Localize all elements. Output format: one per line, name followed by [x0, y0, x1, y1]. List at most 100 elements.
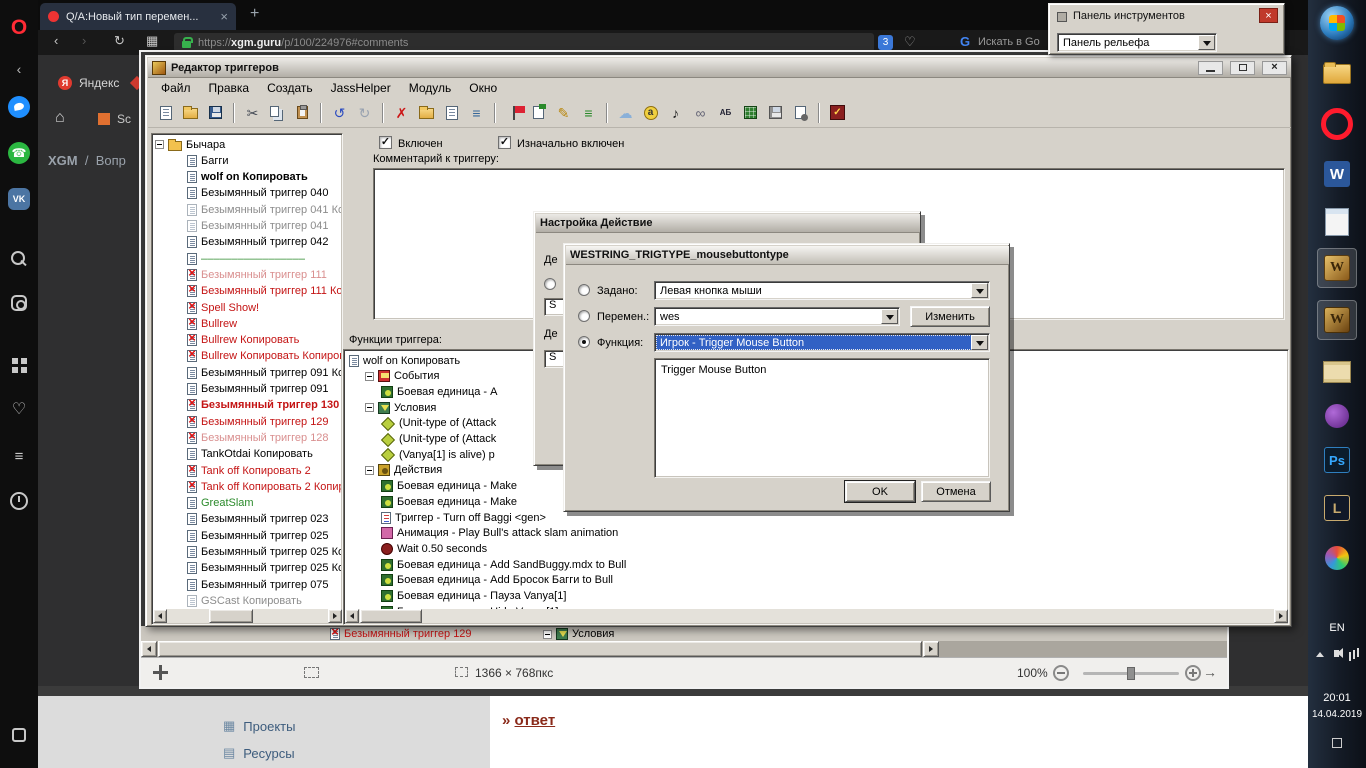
pan-tool-icon[interactable] [153, 665, 168, 680]
chains-button[interactable]: ∞ [689, 101, 712, 124]
delete-button[interactable]: ✗ [390, 101, 413, 124]
tree-item[interactable]: Tank off Копировать 2 [187, 463, 311, 478]
scrollbar-thumb[interactable] [209, 609, 253, 623]
function-combo[interactable]: Игрок - Trigger Mouse Button [654, 333, 990, 352]
natives-button[interactable]: АБ [714, 101, 737, 124]
workspaces-icon[interactable] [8, 724, 30, 746]
history-icon[interactable] [8, 490, 30, 512]
sound-button[interactable]: ♪ [664, 101, 687, 124]
select-tool-icon[interactable] [304, 667, 319, 678]
tree-item[interactable]: wolf on Копировать [349, 353, 460, 368]
save-map-button[interactable] [764, 101, 787, 124]
tree-item[interactable]: Условия [365, 400, 436, 415]
tree-item[interactable]: Боевая единица - Make [381, 494, 517, 509]
viewer-horizontal-scrollbar[interactable] [141, 641, 1227, 657]
scroll-left-button[interactable] [153, 609, 167, 623]
close-button[interactable]: × [1262, 61, 1287, 75]
tree-item[interactable]: Spell Show! [187, 300, 259, 315]
new-action-button[interactable]: ✎ [552, 101, 575, 124]
redo-button[interactable]: ↻ [353, 101, 376, 124]
grid-button[interactable] [739, 101, 762, 124]
bookmark-yandex[interactable]: Яндекс [79, 76, 119, 90]
palette-dropdown[interactable]: Панель рельефа [1057, 33, 1217, 52]
tree-item[interactable]: (Vanya[1] is alive) р [381, 447, 495, 462]
search-in-google[interactable]: Искать в Go [978, 36, 1040, 48]
volume-icon[interactable] [1334, 650, 1339, 657]
open-button[interactable] [179, 101, 202, 124]
variable-radio[interactable] [578, 310, 590, 322]
answer-link[interactable]: ответ [515, 712, 556, 729]
tree-item[interactable]: Безымянный триггер 091 [187, 382, 329, 397]
menu-resources[interactable]: ▤Ресурсы [223, 745, 295, 761]
expander-icon[interactable] [155, 140, 164, 149]
dialog-title-bar[interactable]: WESTRING_TRIGTYPE_mousebuttontype [566, 246, 1009, 265]
scrollbar-thumb[interactable] [158, 641, 922, 657]
tree-item[interactable]: Безымянный триггер 111 Ко [187, 284, 341, 299]
expander-icon[interactable] [365, 466, 374, 475]
tree-item[interactable]: Безымянный триггер 023 [187, 512, 329, 527]
menu-item-5[interactable]: Окно [460, 81, 506, 95]
enabled-checkbox[interactable]: ✓ [379, 136, 392, 149]
palette-close-button[interactable]: × [1259, 8, 1278, 23]
tree-item[interactable]: Бычара [155, 137, 225, 152]
radio-fragment[interactable] [544, 278, 556, 290]
extension-badge[interactable]: 3 [878, 35, 893, 50]
tree-item[interactable]: Боевая единица - Пауза Vanya[1] [381, 589, 566, 604]
tree-item[interactable]: Безымянный триггер 091 Ко [187, 365, 341, 380]
change-variable-button[interactable]: Изменить [910, 306, 990, 327]
tree-item[interactable]: Безымянный триггер 128 [187, 430, 329, 445]
copy-button[interactable] [266, 101, 289, 124]
tree-item[interactable]: GSCast Копировать [187, 593, 302, 608]
tree-item[interactable]: Безымянный триггер 111 [187, 267, 327, 282]
preset-combo[interactable]: Левая кнопка мыши [654, 281, 990, 300]
new-condition-button[interactable] [527, 101, 550, 124]
scroll-left-button[interactable] [345, 609, 359, 623]
new-trigger-button[interactable] [154, 101, 177, 124]
vk-icon[interactable]: VK [8, 188, 30, 210]
bookmarks-icon[interactable]: ♡ [8, 399, 30, 421]
messenger-icon[interactable] [8, 96, 30, 118]
taskbar-opera[interactable] [1317, 104, 1357, 144]
comment-button[interactable]: ☁ [614, 101, 637, 124]
tree-item[interactable]: Боевая единица - Add Бросок Багги to Bul… [381, 573, 613, 588]
dropdown-arrow-icon[interactable] [881, 309, 898, 324]
minimize-button[interactable] [1198, 61, 1223, 75]
save-button[interactable] [204, 101, 227, 124]
tree-item[interactable]: Безымянный триггер 075 [187, 577, 329, 592]
tree-item[interactable]: Tank off Копировать 2 Копир [187, 479, 341, 494]
tree-item[interactable]: Безымянный триггер 025 Ко [187, 561, 341, 576]
undo-button[interactable]: ↺ [328, 101, 351, 124]
menu-item-3[interactable]: JassHelper [322, 81, 400, 95]
new-comment-button[interactable]: ≡ [465, 101, 488, 124]
search-icon[interactable] [8, 249, 30, 271]
taskbar-paint[interactable] [1317, 538, 1357, 578]
taskbar-word[interactable]: W [1317, 154, 1357, 194]
functions-horizontal-scrollbar[interactable] [345, 609, 1288, 623]
speed-dial-button[interactable]: ▦ [146, 33, 158, 49]
tree-item[interactable]: Bullrew Копировать Копирова [187, 349, 341, 364]
instagram-icon[interactable] [8, 292, 30, 314]
tree-item[interactable]: Безымянный триггер 041 Ко [187, 202, 341, 217]
expander-icon[interactable] [365, 372, 374, 381]
fullsize-arrow-icon[interactable]: → [1203, 664, 1217, 680]
scroll-left-button[interactable] [141, 641, 157, 657]
scroll-right-button[interactable] [923, 641, 939, 657]
tree-item[interactable]: Безымянный триггер 025 Ко [187, 545, 341, 560]
taskbar-explorer[interactable] [1317, 54, 1357, 94]
dropdown-arrow-icon[interactable] [1198, 35, 1215, 50]
ok-button[interactable]: OK [845, 481, 915, 502]
clock-time[interactable]: 20:01 [1308, 692, 1366, 704]
function-radio[interactable] [578, 336, 590, 348]
menu-item-2[interactable]: Создать [258, 81, 322, 95]
zoom-in-button[interactable] [1185, 665, 1201, 681]
tree-horizontal-scrollbar[interactable] [153, 609, 342, 623]
tree-item[interactable]: GreatSlam [187, 496, 254, 511]
start-button[interactable] [1320, 6, 1354, 40]
taskbar-lol[interactable]: L [1317, 488, 1357, 528]
tray-expand-icon[interactable] [1316, 652, 1324, 657]
bookmark-heart-icon[interactable]: ♡ [904, 34, 916, 50]
new-event-button[interactable] [502, 101, 525, 124]
taskbar-scroll[interactable] [1317, 352, 1357, 392]
tree-item[interactable]: Безымянный триггер 130 [187, 398, 339, 413]
speed-dial-icon[interactable] [8, 354, 30, 376]
